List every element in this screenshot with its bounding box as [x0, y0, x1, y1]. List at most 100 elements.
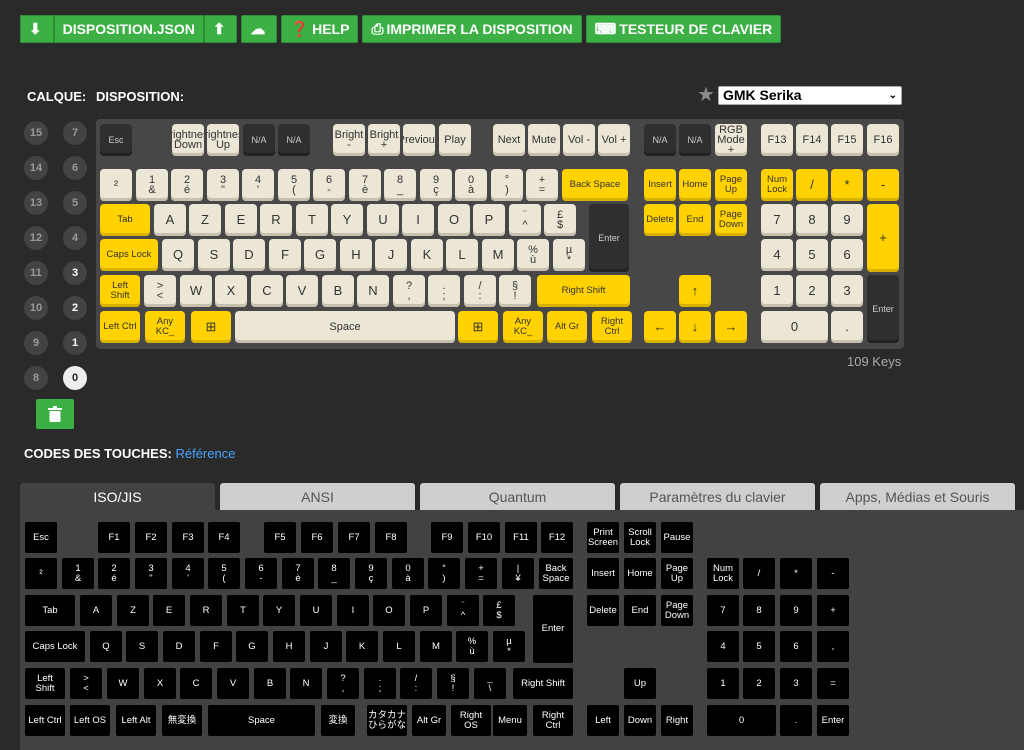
keycode-key[interactable]: Enter [817, 705, 849, 736]
tab-3[interactable]: Paramètres du clavier [620, 483, 815, 510]
keycode-key[interactable]: I [337, 595, 369, 626]
layout-key[interactable]: 9 [831, 204, 863, 236]
tab-4[interactable]: Apps, Médias et Souris [820, 483, 1015, 510]
keycode-key[interactable]: G [236, 631, 268, 662]
keycode-key[interactable]: H [273, 631, 305, 662]
keycode-key[interactable]: F2 [135, 522, 167, 553]
layout-key[interactable]: Insert [644, 169, 676, 201]
layer-4[interactable]: 4 [63, 226, 87, 250]
keycode-key[interactable]: ¨ ^ [447, 595, 479, 626]
layout-key[interactable]: 6 - [313, 169, 345, 201]
keycode-key[interactable]: P [410, 595, 442, 626]
keycode-key[interactable]: F10 [468, 522, 500, 553]
keycode-key[interactable]: 8 _ [318, 558, 350, 589]
layout-key[interactable]: ? , [393, 275, 425, 307]
layer-2[interactable]: 2 [63, 296, 87, 320]
layout-key[interactable]: 0 [761, 311, 828, 343]
layout-key[interactable]: * [831, 169, 863, 201]
layout-key[interactable]: Play [439, 124, 471, 156]
layout-key[interactable]: 8 _ [384, 169, 416, 201]
layout-file-button[interactable]: DISPOSITION.JSON [53, 15, 204, 43]
layout-key[interactable]: ° ) [491, 169, 523, 201]
layout-key[interactable]: Q [162, 239, 194, 271]
layout-key[interactable]: Page Down [715, 204, 747, 236]
layout-key[interactable]: Previous [403, 124, 435, 156]
keycode-key[interactable]: 6 - [245, 558, 277, 589]
cloud-upload-button[interactable]: ☁ [241, 15, 278, 43]
layer-1[interactable]: 1 [63, 331, 87, 355]
keycode-key[interactable]: Right Ctrl [533, 705, 573, 736]
keycode-key[interactable]: 5 [743, 631, 775, 662]
keycode-key[interactable]: Print Screen [587, 522, 619, 553]
layout-key[interactable]: L [446, 239, 478, 271]
keycode-key[interactable]: 2 é [98, 558, 130, 589]
keycode-key[interactable]: K [346, 631, 378, 662]
layer-13[interactable]: 13 [24, 191, 48, 215]
keycode-key[interactable]: 0 à [392, 558, 424, 589]
layout-key[interactable]: Y [331, 204, 363, 236]
layout-key[interactable]: Esc [100, 124, 132, 156]
layout-key[interactable]: ⊞ [191, 311, 231, 343]
keycode-key[interactable]: 1 & [62, 558, 94, 589]
keycode-key[interactable]: 1 [707, 668, 739, 699]
keycode-key[interactable]: F6 [301, 522, 333, 553]
keycode-key[interactable]: Pause [661, 522, 693, 553]
layer-15[interactable]: 15 [24, 121, 48, 145]
layout-key[interactable]: 1 & [136, 169, 168, 201]
layout-key[interactable]: ↑ [679, 275, 711, 307]
layout-key[interactable]: 9 ç [420, 169, 452, 201]
layout-key[interactable]: - [867, 169, 899, 201]
keycode-key[interactable]: Up [624, 668, 656, 699]
tab-0[interactable]: ISO/JIS [20, 483, 215, 510]
keycode-key[interactable]: A [80, 595, 112, 626]
keycode-key[interactable]: Z [117, 595, 149, 626]
layout-key[interactable]: 4 ' [242, 169, 274, 201]
keycode-key[interactable]: カタカナ ひらがな [367, 705, 407, 736]
layout-key[interactable]: W [180, 275, 212, 307]
layout-key[interactable]: P [473, 204, 505, 236]
layout-key[interactable]: → [715, 311, 747, 343]
layout-key[interactable]: . ; [428, 275, 460, 307]
layout-key[interactable]: V [286, 275, 318, 307]
star-icon[interactable]: ★ [697, 85, 715, 105]
layout-key[interactable]: ² [100, 169, 132, 201]
keycode-key[interactable]: Delete [587, 595, 619, 626]
keycode-key[interactable]: Num Lock [707, 558, 739, 589]
layout-key[interactable]: M [482, 239, 514, 271]
layout-key[interactable]: 0 à [455, 169, 487, 201]
keycode-key[interactable]: 6 [780, 631, 812, 662]
layout-key[interactable]: N/A [243, 124, 275, 156]
keycode-key[interactable]: , [817, 631, 849, 662]
keycode-key[interactable]: 2 [743, 668, 775, 699]
keycode-key[interactable]: S [126, 631, 158, 662]
keycode-key[interactable]: Right OS [451, 705, 491, 736]
layout-key[interactable]: 5 [796, 239, 828, 271]
keycode-key[interactable]: Scroll Lock [624, 522, 656, 553]
layout-key[interactable]: N [357, 275, 389, 307]
layer-10[interactable]: 10 [24, 296, 48, 320]
keycode-key[interactable]: 3 " [135, 558, 167, 589]
keycode-key[interactable]: Space [208, 705, 315, 736]
layout-key[interactable]: / [796, 169, 828, 201]
keycode-key[interactable]: Left Shift [25, 668, 65, 699]
reference-link[interactable]: Référence [175, 446, 235, 461]
keycode-key[interactable]: 7 [707, 595, 739, 626]
keycode-key[interactable]: Home [624, 558, 656, 589]
layout-key[interactable]: RGB Mode + [715, 124, 747, 156]
layout-key[interactable]: N/A [679, 124, 711, 156]
layout-key[interactable]: 2 [796, 275, 828, 307]
layout-key[interactable]: 7 [761, 204, 793, 236]
layout-key[interactable]: 3 [831, 275, 863, 307]
layer-6[interactable]: 6 [63, 156, 87, 180]
print-button[interactable]: ⎙ IMPRIMER LA DISPOSITION [362, 15, 582, 43]
layout-key[interactable]: 5 ( [278, 169, 310, 201]
keycode-key[interactable]: / : [400, 668, 432, 699]
layout-key[interactable]: T [296, 204, 328, 236]
keycode-key[interactable]: N [290, 668, 322, 699]
layout-key[interactable]: Space [235, 311, 455, 343]
layout-key[interactable]: Caps Lock [100, 239, 158, 271]
layout-key[interactable]: Alt Gr [547, 311, 587, 343]
keycode-key[interactable]: V [217, 668, 249, 699]
layer-3[interactable]: 3 [63, 261, 87, 285]
layout-key[interactable]: H [340, 239, 372, 271]
